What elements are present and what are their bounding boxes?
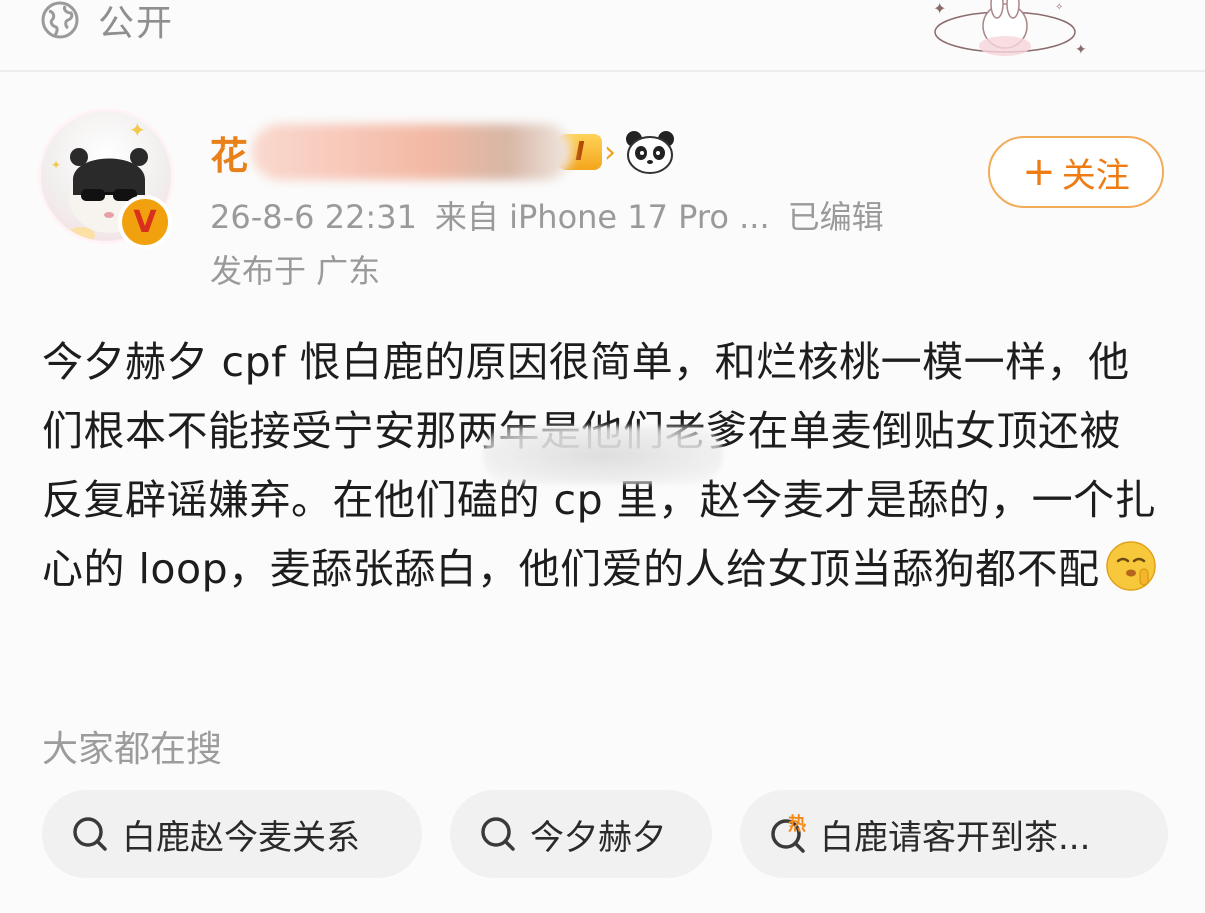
- shushing-face-icon: [1105, 541, 1156, 591]
- follow-label: 关注: [1061, 155, 1130, 196]
- watermark-blur: [483, 426, 723, 484]
- panda-icon: [626, 131, 675, 174]
- visibility-label: 公开: [98, 3, 175, 44]
- svg-text:✧: ✧: [1055, 2, 1063, 13]
- svg-text:✦: ✦: [129, 118, 146, 142]
- verified-badge: V: [118, 195, 172, 249]
- search-chip[interactable]: 今夕赫夕: [450, 790, 712, 878]
- search-chip-label: 今夕赫夕: [530, 817, 666, 858]
- post-location: 发布于 广东: [210, 252, 381, 290]
- edited-label[interactable]: 已编辑: [788, 198, 884, 236]
- decorative-bunny-sticker: ✦ ✦ ✧: [933, 0, 1087, 58]
- post-time: 26-8-6 22:31: [210, 198, 417, 236]
- search-icon: [481, 817, 515, 851]
- weibo-post-page: 公开 ✦ ✦ ✧ ✦ ✦ V 花 I › 26-8-6 22:31 来自 iPh…: [0, 0, 1205, 913]
- globe-icon: [41, 1, 79, 39]
- username-row[interactable]: 花 I ›: [210, 122, 676, 182]
- username[interactable]: 花: [210, 125, 248, 180]
- search-suggestions-title: 大家都在搜: [42, 729, 223, 770]
- visibility-row[interactable]: 公开: [40, 0, 174, 44]
- svg-text:热: 热: [788, 813, 806, 835]
- search-chip-hot[interactable]: 热 白鹿请客开到茶...: [740, 790, 1168, 878]
- username-redacted-blur: [252, 124, 573, 180]
- search-chip[interactable]: 白鹿赵今麦关系: [42, 790, 422, 878]
- svg-text:✦: ✦: [1075, 42, 1087, 58]
- post-source: 来自 iPhone 17 Pro ...: [434, 198, 770, 236]
- svg-text:✦: ✦: [51, 158, 61, 172]
- svg-text:✦: ✦: [933, 0, 946, 18]
- search-chip-label: 白鹿赵今麦关系: [122, 817, 360, 858]
- chevron-right-icon: ›: [604, 134, 617, 170]
- post-meta: 26-8-6 22:31 来自 iPhone 17 Pro ... 已编辑: [210, 192, 884, 238]
- search-chip-label: 白鹿请客开到茶...: [820, 817, 1091, 858]
- follow-button[interactable]: + 关注: [988, 136, 1164, 208]
- search-suggestions: 白鹿赵今麦关系 今夕赫夕 热 白鹿请客开到茶...: [42, 790, 1168, 878]
- divider: [0, 70, 1205, 72]
- search-icon: [73, 817, 107, 851]
- plus-icon: +: [1022, 149, 1056, 195]
- hot-search-icon: 热: [771, 813, 806, 853]
